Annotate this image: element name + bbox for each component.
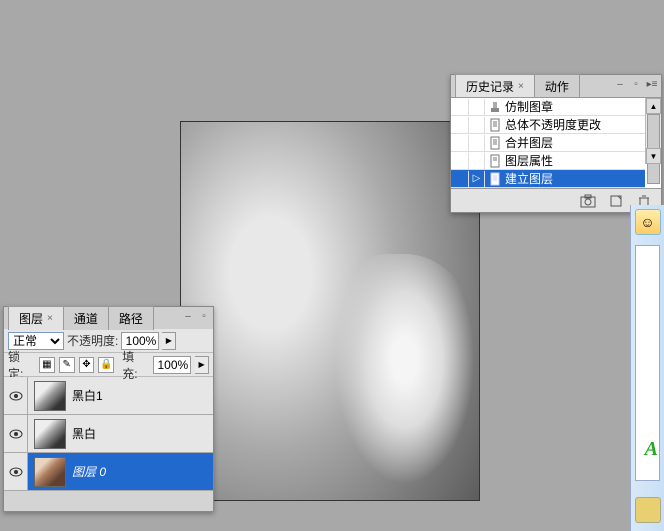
lock-transparent-icon[interactable]: ▦	[39, 357, 55, 373]
eye-icon	[9, 467, 23, 477]
lock-move-icon[interactable]: ✥	[79, 357, 95, 373]
fill-label: 填充:	[122, 348, 149, 382]
history-item[interactable]: 合并图层	[451, 134, 645, 152]
marker-icon: ▷	[473, 173, 481, 184]
new-state-icon[interactable]	[607, 192, 625, 210]
opacity-label: 不透明度:	[67, 332, 118, 349]
visibility-toggle[interactable]	[4, 377, 28, 414]
menu-icon[interactable]: ▸≡	[645, 77, 659, 91]
maximize-icon[interactable]: ▫	[629, 77, 643, 91]
eye-icon	[9, 429, 23, 439]
document-icon	[488, 136, 502, 150]
chevron-right-icon[interactable]: ▶	[162, 332, 176, 350]
scroll-down-icon[interactable]: ▼	[646, 148, 661, 164]
layer-name: 黑白1	[72, 387, 103, 404]
fill-input[interactable]	[153, 356, 191, 374]
dock-emoji-button[interactable]	[635, 497, 661, 523]
history-label: 图层属性	[505, 152, 553, 169]
history-label: 建立图层	[505, 170, 553, 187]
document-icon	[488, 118, 502, 132]
lock-brush-icon[interactable]: ✎	[59, 357, 75, 373]
history-label: 合并图层	[505, 134, 553, 151]
layers-list: 黑白1 黑白 图层 0	[4, 377, 213, 511]
layer-thumbnail[interactable]	[34, 419, 66, 449]
layer-thumbnail[interactable]	[34, 381, 66, 411]
maximize-icon[interactable]: ▫	[197, 309, 211, 323]
stamp-icon	[488, 100, 502, 114]
visibility-toggle[interactable]	[4, 453, 28, 490]
layer-thumbnail[interactable]	[34, 457, 66, 487]
document-icon	[488, 172, 502, 186]
document-icon	[488, 154, 502, 168]
layers-tabs: 图层× 通道 路径 – ▫	[4, 307, 213, 329]
layer-row[interactable]: 图层 0	[4, 453, 213, 491]
minimize-icon[interactable]: –	[181, 309, 195, 323]
history-item[interactable]: ▷ 建立图层	[451, 170, 645, 188]
right-dock: ☺ A	[630, 205, 664, 531]
snapshot-icon[interactable]	[579, 192, 597, 210]
history-label: 总体不透明度更改	[505, 116, 601, 133]
tab-paths[interactable]: 路径	[108, 306, 154, 330]
history-list: 仿制图章 总体不透明度更改 合并图层 图层属性 ▷ 建立图层 ▲ ▼	[451, 97, 661, 188]
scrollbar[interactable]: ▲ ▼	[645, 98, 661, 164]
tab-channels[interactable]: 通道	[63, 306, 109, 330]
lock-all-icon[interactable]: 🔒	[98, 357, 114, 373]
layer-row[interactable]: 黑白1	[4, 377, 213, 415]
canvas-image	[181, 122, 479, 500]
history-item[interactable]: 总体不透明度更改	[451, 116, 645, 134]
close-icon[interactable]: ×	[47, 313, 53, 324]
history-label: 仿制图章	[505, 98, 553, 115]
close-icon[interactable]: ×	[518, 81, 524, 92]
history-panel: 历史记录× 动作 – ▫ ▸≡ 仿制图章 总体不透明度更改 合并图层 图层属性	[450, 74, 662, 213]
history-item[interactable]: 图层属性	[451, 152, 645, 170]
tab-actions[interactable]: 动作	[534, 74, 580, 98]
layer-row[interactable]: 黑白	[4, 415, 213, 453]
layer-name: 黑白	[72, 425, 96, 442]
chevron-right-icon[interactable]: ▶	[195, 356, 209, 374]
layers-empty[interactable]	[4, 491, 213, 511]
eye-icon	[9, 391, 23, 401]
visibility-toggle[interactable]	[4, 415, 28, 452]
canvas[interactable]	[180, 121, 480, 501]
history-item[interactable]: 仿制图章	[451, 98, 645, 116]
history-tabs: 历史记录× 动作 – ▫ ▸≡	[451, 75, 661, 97]
minimize-icon[interactable]: –	[613, 77, 627, 91]
lock-row: 锁定: ▦ ✎ ✥ 🔒 填充: ▶	[4, 353, 213, 377]
tab-layers[interactable]: 图层×	[8, 306, 64, 330]
tab-history[interactable]: 历史记录×	[455, 74, 535, 98]
scroll-up-icon[interactable]: ▲	[646, 98, 661, 114]
layers-panel: 图层× 通道 路径 – ▫ 正常 不透明度: ▶ 锁定: ▦ ✎ ✥ 🔒 填充:…	[3, 306, 214, 512]
layers-options: 正常 不透明度: ▶	[4, 329, 213, 353]
layer-name: 图层 0	[72, 463, 106, 480]
dock-avatar-button[interactable]: ☺	[635, 209, 661, 235]
dock-a-button[interactable]: A	[645, 438, 658, 461]
